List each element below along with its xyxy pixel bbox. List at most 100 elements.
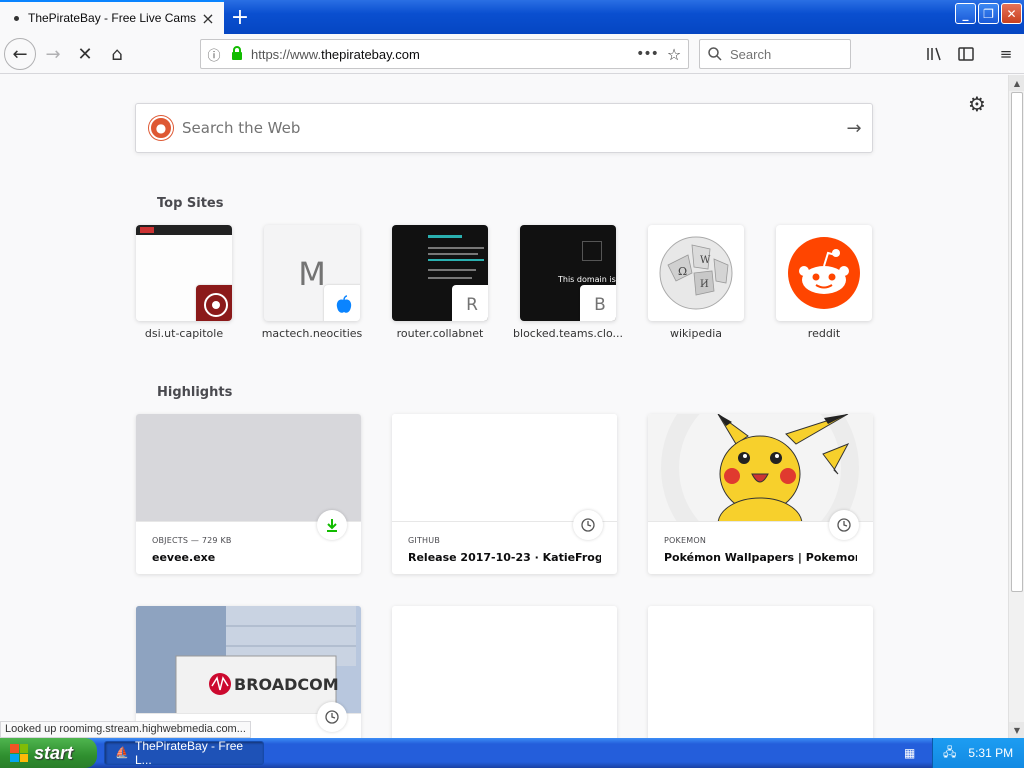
top-site-tile[interactable]: This domain is blo B blocked.teams.clo..… xyxy=(513,225,623,340)
tab-active[interactable]: ThePirateBay - Free Live Cams × xyxy=(0,0,224,34)
url-prefix: https://www. xyxy=(251,46,322,62)
taskbar-item-firefox[interactable]: ⛵ ThePirateBay - Free L... xyxy=(104,739,264,767)
window-controls: _ ❐ ✕ xyxy=(955,3,1022,24)
loading-dot-icon xyxy=(14,15,19,21)
search-icon xyxy=(708,47,722,61)
site-label: mactech.neocities xyxy=(261,327,363,340)
web-search-box[interactable]: ● Search the Web → xyxy=(135,103,873,153)
card-title: eevee.exe xyxy=(152,551,216,564)
clock-icon[interactable] xyxy=(573,510,603,540)
search-placeholder: Search xyxy=(730,46,772,62)
home-button[interactable]: ⌂ xyxy=(102,39,132,69)
clock-icon[interactable] xyxy=(829,510,859,540)
sidebar-icon[interactable] xyxy=(954,42,978,66)
highlight-card[interactable]: POKEMON Pokémon Wallpapers | Pokemon... xyxy=(648,414,873,574)
highlight-card[interactable]: GITHUB Release 2017-10-23 · KatieFrogs..… xyxy=(392,414,617,574)
highlight-card[interactable]: OBJECTS — 729 KB eevee.exe xyxy=(136,414,361,574)
back-button[interactable]: ← xyxy=(4,38,36,70)
page-actions-icon[interactable]: ••• xyxy=(634,46,660,62)
status-text: Looked up roomimg.stream.highwebmedia.co… xyxy=(0,721,251,738)
site-thumbnail: Ω W И xyxy=(648,225,744,321)
lock-icon xyxy=(227,45,247,63)
svg-text:Ω: Ω xyxy=(678,265,687,278)
site-thumbnail: This domain is blo B xyxy=(520,225,616,321)
stop-button[interactable]: ✕ xyxy=(70,39,100,69)
top-sites-heading: Top Sites xyxy=(157,196,224,211)
card-image xyxy=(392,414,617,522)
wikipedia-globe-icon: Ω W И xyxy=(659,236,733,310)
pirate-ship-icon: ⛵ xyxy=(115,747,129,759)
system-tray: 🖧 5:31 PM xyxy=(932,738,1024,768)
scroll-down-icon[interactable]: ▼ xyxy=(1009,722,1024,738)
web-search-placeholder: Search the Web xyxy=(182,119,301,137)
top-site-tile[interactable]: R router.collabnet xyxy=(392,225,488,340)
site-letter-badge: B xyxy=(580,285,616,321)
site-label: wikipedia xyxy=(669,327,722,340)
broadcom-image: BROADCOM xyxy=(136,606,361,714)
clock-text: 5:31 PM xyxy=(968,746,1014,760)
reddit-icon xyxy=(788,237,860,309)
top-site-tile[interactable]: M mactech.neocities xyxy=(262,225,362,340)
blocked-text: This domain is blo xyxy=(558,275,616,284)
library-icon[interactable] xyxy=(922,42,946,66)
site-thumbnail: M xyxy=(264,225,360,321)
windows-flag-icon xyxy=(10,744,28,762)
top-site-tile[interactable]: reddit xyxy=(776,225,872,340)
download-icon[interactable] xyxy=(317,510,347,540)
card-context: POKEMON xyxy=(664,536,707,545)
site-label: reddit xyxy=(807,327,841,340)
scrollbar-thumb[interactable] xyxy=(1011,92,1023,592)
apple-icon xyxy=(324,285,360,321)
menu-icon[interactable]: ≡ xyxy=(994,42,1018,66)
highlight-placeholder xyxy=(392,606,617,738)
info-icon[interactable]: ⓘ xyxy=(201,45,227,64)
settings-gear-icon[interactable]: ⚙ xyxy=(966,92,988,116)
card-context: GITHUB xyxy=(408,536,441,545)
restore-button[interactable]: ❐ xyxy=(978,3,999,24)
site-label: router.collabnet xyxy=(396,327,484,340)
duckduckgo-icon: ● xyxy=(149,116,173,140)
new-tab-button[interactable]: + xyxy=(226,4,254,30)
svg-text:W: W xyxy=(700,255,711,266)
site-thumbnail xyxy=(776,225,872,321)
new-tab-page: ⚙ ● Search the Web → Top Sites dsi.ut-ca… xyxy=(0,75,1008,738)
site-label: dsi.ut-capitole xyxy=(144,327,224,340)
card-context: OBJECTS — 729 KB xyxy=(152,536,232,545)
search-bar[interactable]: Search xyxy=(699,39,851,69)
highlight-placeholder xyxy=(648,606,873,738)
site-letter-badge: R xyxy=(452,285,488,321)
top-site-tile[interactable]: dsi.ut-capitole xyxy=(136,225,232,340)
broadcom-sign-text: BROADCOM xyxy=(234,675,339,694)
clock-icon[interactable] xyxy=(317,702,347,732)
card-title: Release 2017-10-23 · KatieFrogs... xyxy=(408,551,601,564)
card-title: Pokémon Wallpapers | Pokemon... xyxy=(664,551,857,564)
title-bar: ThePirateBay - Free Live Cams × + _ ❐ ✕ xyxy=(0,0,1024,34)
url-bar[interactable]: ⓘ https://www.thepiratebay.com ••• ☆ xyxy=(200,39,689,69)
site-thumbnail: R xyxy=(392,225,488,321)
nav-toolbar: ← → ✕ ⌂ ⓘ https://www.thepiratebay.com •… xyxy=(0,34,1024,74)
start-label: start xyxy=(34,742,74,763)
minimize-button[interactable]: _ xyxy=(955,3,976,24)
start-button[interactable]: start xyxy=(0,738,97,768)
tab-title: ThePirateBay - Free Live Cams xyxy=(28,11,197,25)
scroll-up-icon[interactable]: ▲ xyxy=(1009,75,1024,91)
svg-text:И: И xyxy=(700,279,709,290)
windows-taskbar: start ⛵ ThePirateBay - Free L... ▦ 🖧 5:3… xyxy=(0,738,1024,768)
close-window-button[interactable]: ✕ xyxy=(1001,3,1022,24)
bookmark-star-icon[interactable]: ☆ xyxy=(660,45,688,64)
search-go-arrow-icon[interactable]: → xyxy=(836,118,872,139)
taskbar-item-label: ThePirateBay - Free L... xyxy=(135,739,244,767)
top-site-tile[interactable]: Ω W И wikipedia xyxy=(648,225,744,340)
highlight-card[interactable]: BROADCOM xyxy=(136,606,361,738)
url-domain: thepiratebay.com xyxy=(321,46,420,62)
site-badge-icon xyxy=(196,285,232,321)
tab-close-icon[interactable]: × xyxy=(198,8,218,28)
network-icon[interactable]: 🖧 xyxy=(943,743,956,764)
forward-button[interactable]: → xyxy=(38,39,68,69)
vertical-scrollbar[interactable]: ▲ ▼ xyxy=(1008,75,1024,738)
site-thumbnail xyxy=(136,225,232,321)
url-text[interactable]: https://www.thepiratebay.com xyxy=(247,47,634,62)
keyboard-icon[interactable]: ▦ xyxy=(904,746,915,760)
card-image xyxy=(136,414,361,522)
site-label: blocked.teams.clo... xyxy=(513,327,623,340)
